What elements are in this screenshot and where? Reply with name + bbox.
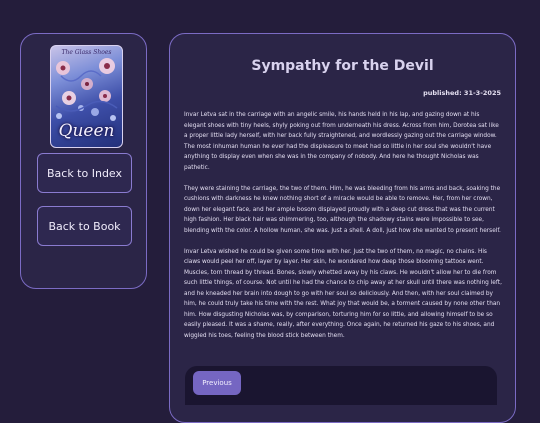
cover-title-word: Queen	[58, 121, 115, 141]
previous-chapter-button[interactable]: Previous	[193, 371, 241, 395]
chapter-nav-bar: Previous	[185, 366, 497, 405]
chapter-text: Invar Letva sat in the carriage with an …	[184, 110, 503, 352]
published-date: published: 31-3-2025	[423, 89, 501, 97]
back-to-index-button[interactable]: Back to Index	[37, 153, 132, 193]
chapter-title: Sympathy for the Devil	[251, 58, 434, 74]
sidebar: The Glass Shoes Queen Back to Index Back…	[20, 33, 147, 289]
back-to-book-button[interactable]: Back to Book	[37, 206, 132, 246]
story-paragraph: Invar Letva sat in the carriage with an …	[184, 112, 499, 171]
cover-small-title: The Glass Shoes	[61, 49, 112, 56]
story-paragraph: Invar Letva wished he could be given som…	[184, 248, 502, 339]
chapter-panel: Sympathy for the Devil published: 31-3-2…	[169, 33, 516, 423]
story-paragraph: They were staining the carriage, the two…	[184, 185, 501, 234]
book-cover-image[interactable]: The Glass Shoes Queen	[50, 45, 123, 148]
